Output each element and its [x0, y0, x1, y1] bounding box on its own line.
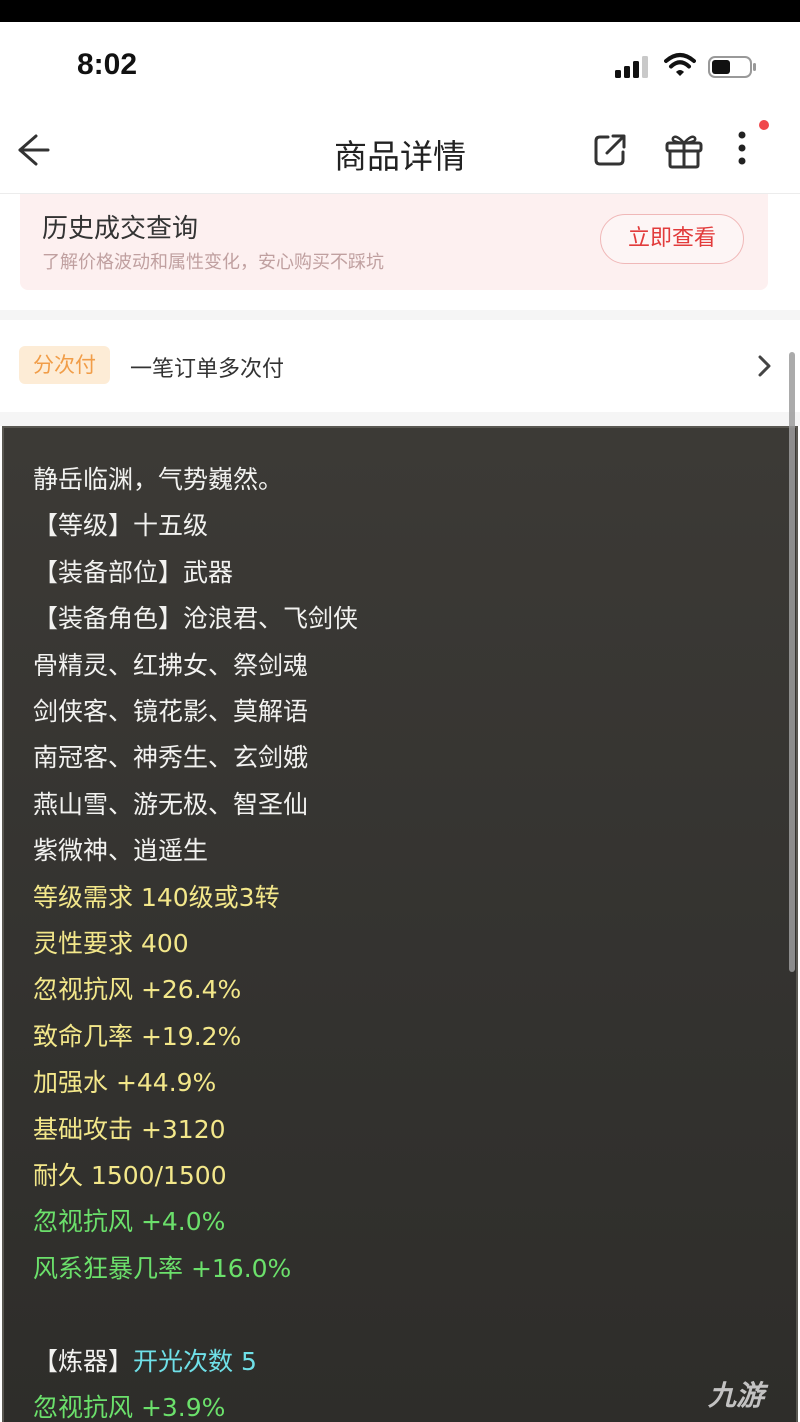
- status-bar: 8:02: [0, 22, 800, 112]
- page: 8:02 商品详情 历史成交查询 了解价格波动和属性变化，安心购买不踩坑 立即查…: [0, 22, 800, 1422]
- notification-dot: [759, 120, 769, 130]
- detail-line: 耐久 1500/1500: [33, 1161, 227, 1190]
- detail-line: 灵性要求 400: [33, 929, 189, 958]
- detail-line: 致命几率 +19.2%: [33, 1022, 242, 1051]
- detail-line: 【等级】十五级: [33, 511, 209, 540]
- item-detail-panel: 静岳临渊，气势巍然。 【等级】十五级 【装备部位】武器 【装备角色】沧浪君、飞剑…: [2, 426, 798, 1422]
- refine-line: 【炼器】开光次数 5: [33, 1346, 257, 1378]
- detail-line: 基础攻击 +3120: [33, 1115, 226, 1144]
- detail-line: 风系狂暴几率 +16.0%: [33, 1254, 292, 1283]
- installment-text: 一笔订单多次付: [130, 357, 285, 382]
- history-query-card: 历史成交查询 了解价格波动和属性变化，安心购买不踩坑 立即查看: [20, 194, 768, 290]
- nav-bar: 商品详情: [0, 112, 800, 194]
- refine-value: 开光次数 5: [133, 1347, 257, 1376]
- detail-line: 忽视抗风 +3.9%: [33, 1393, 226, 1422]
- top-black-strip: [0, 0, 800, 22]
- installment-row[interactable]: 分次付 一笔订单多次付: [0, 320, 800, 412]
- wifi-icon: [664, 53, 696, 76]
- view-now-button[interactable]: 立即查看: [600, 214, 744, 264]
- detail-line: 南冠客、神秀生、玄剑娥: [33, 743, 309, 772]
- section-divider: [0, 412, 800, 426]
- history-title: 历史成交查询: [42, 214, 199, 244]
- detail-line: 【装备角色】沧浪君、飞剑侠: [33, 604, 359, 633]
- history-subtitle: 了解价格波动和属性变化，安心购买不踩坑: [42, 252, 384, 273]
- watermark-text: 九游: [708, 1379, 765, 1412]
- detail-line: 忽视抗风 +4.0%: [33, 1207, 226, 1236]
- chevron-right-icon: [758, 355, 771, 377]
- section-divider: [0, 310, 800, 320]
- share-icon[interactable]: [592, 132, 628, 168]
- refine-label: 【炼器】: [33, 1347, 134, 1376]
- gift-icon[interactable]: [664, 132, 704, 170]
- detail-line: 【装备部位】武器: [33, 558, 234, 587]
- detail-line: 静岳临渊，气势巍然。: [33, 465, 284, 494]
- installment-tag: 分次付: [19, 346, 110, 384]
- detail-line: 紫微神、逍遥生: [33, 836, 209, 865]
- status-time: 8:02: [77, 48, 138, 81]
- more-options-icon[interactable]: [732, 128, 752, 168]
- detail-line: 加强水 +44.9%: [33, 1068, 217, 1097]
- detail-line: 燕山雪、游无极、智圣仙: [33, 790, 309, 819]
- scrollbar[interactable]: [789, 352, 795, 972]
- watermark-logo: 九游: [708, 1374, 764, 1414]
- detail-line: 等级需求 140级或3转: [33, 883, 280, 912]
- signal-icon: [615, 56, 648, 78]
- detail-line: 忽视抗风 +26.4%: [33, 975, 242, 1004]
- detail-line: 骨精灵、红拂女、祭剑魂: [33, 651, 309, 680]
- detail-line: 剑侠客、镜花影、莫解语: [33, 697, 309, 726]
- battery-icon: [708, 56, 756, 78]
